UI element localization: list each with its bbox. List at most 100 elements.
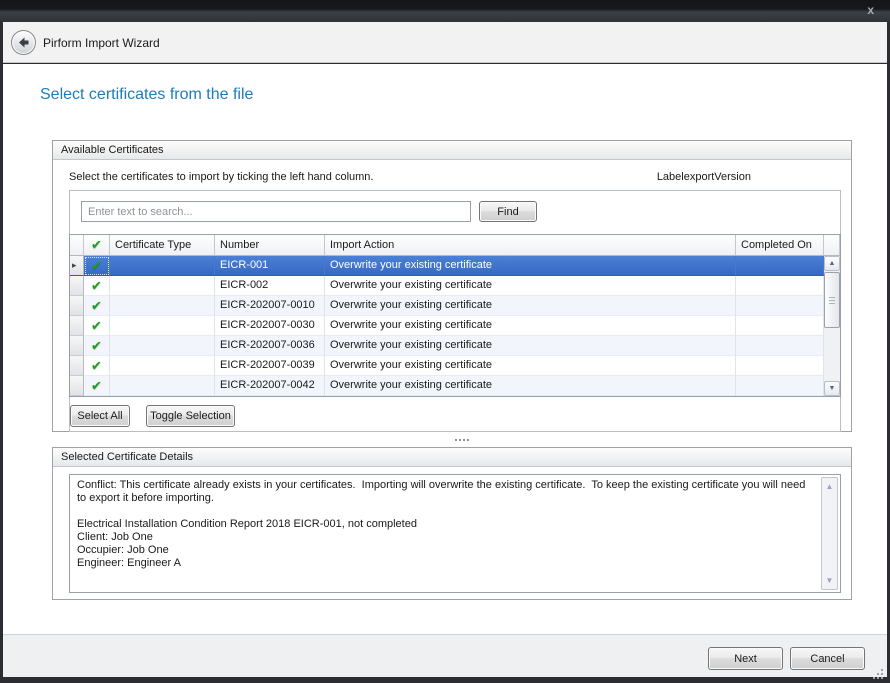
splitter-handle[interactable] [3, 434, 887, 446]
grid-body: ▸ ✔ EICR-001 Overwrite your existing cer… [70, 256, 840, 396]
details-scrollbar[interactable]: ▲ ▼ [821, 477, 838, 590]
up-arrow-icon: ▲ [825, 257, 839, 270]
grid-vertical-scrollbar[interactable]: ▲ ▼ [824, 256, 840, 396]
check-icon: ✔ [91, 358, 102, 373]
column-header-number[interactable]: Number [215, 235, 325, 256]
cell-completed-on[interactable] [736, 256, 824, 276]
page-title: Select certificates from the file [40, 86, 253, 104]
select-all-button[interactable]: Select All [70, 405, 130, 427]
cell-import-action[interactable]: Overwrite your existing certificate [325, 256, 736, 276]
group-title: Available Certificates [61, 144, 164, 156]
column-header-import-action[interactable]: Import Action [325, 235, 736, 256]
wizard-header-bar: Pirform Import Wizard [3, 22, 887, 63]
cell-completed-on[interactable] [736, 336, 824, 356]
cell-number[interactable]: EICR-202007-0042 [215, 376, 325, 396]
cell-completed-on[interactable] [736, 316, 824, 336]
check-icon: ✔ [91, 318, 102, 333]
details-textbox[interactable]: Conflict: This certificate already exist… [69, 474, 841, 593]
back-arrow-icon [17, 36, 30, 49]
cell-certificate-type[interactable] [110, 336, 215, 356]
details-text: Conflict: This certificate already exist… [70, 475, 816, 592]
table-row[interactable]: ✔ EICR-202007-0030 Overwrite your existi… [70, 316, 840, 336]
row-header-cell[interactable] [70, 336, 84, 356]
cell-import-action[interactable]: Overwrite your existing certificate [325, 376, 736, 396]
window-titlebar: x [0, 0, 890, 22]
table-row[interactable]: ✔ EICR-202007-0010 Overwrite your existi… [70, 296, 840, 316]
thumb-grip-icon [829, 297, 835, 304]
row-check-cell[interactable]: ✔ [84, 316, 110, 336]
down-arrow-icon: ▼ [825, 382, 839, 395]
cell-import-action[interactable]: Overwrite your existing certificate [325, 356, 736, 376]
cell-import-action[interactable]: Overwrite your existing certificate [325, 296, 736, 316]
group-header: Selected Certificate Details [53, 448, 851, 467]
cell-completed-on[interactable] [736, 376, 824, 396]
app-window: x Pirform Import Wizard Select certifica… [0, 0, 890, 683]
column-header-certificate-type[interactable]: Certificate Type [110, 235, 215, 256]
check-icon: ✔ [91, 278, 102, 293]
toggle-selection-button[interactable]: Toggle Selection [146, 405, 235, 427]
selected-certificate-details-group: Selected Certificate Details Conflict: T… [52, 447, 852, 600]
row-header-cell[interactable] [70, 316, 84, 336]
cell-number[interactable]: EICR-001 [215, 256, 325, 276]
scrollbar-thumb[interactable] [824, 272, 840, 328]
next-button[interactable]: Next [708, 647, 783, 670]
row-check-cell[interactable]: ✔ [84, 256, 110, 276]
table-row[interactable]: ▸ ✔ EICR-001 Overwrite your existing cer… [70, 256, 840, 276]
cell-completed-on[interactable] [736, 276, 824, 296]
cell-certificate-type[interactable] [110, 376, 215, 396]
check-icon: ✔ [91, 237, 102, 252]
cell-number[interactable]: EICR-202007-0010 [215, 296, 325, 316]
cell-number[interactable]: EICR-202007-0039 [215, 356, 325, 376]
close-icon[interactable]: x [867, 2, 874, 18]
search-input[interactable] [81, 201, 471, 222]
row-check-cell[interactable]: ✔ [84, 336, 110, 356]
row-header-cell[interactable] [70, 296, 84, 316]
instruction-text: Select the certificates to import by tic… [69, 171, 373, 183]
cell-number[interactable]: EICR-002 [215, 276, 325, 296]
resize-grip-icon[interactable] [873, 669, 875, 671]
column-header-completed-on[interactable]: Completed On [736, 235, 824, 256]
table-row[interactable]: ✔ EICR-202007-0039 Overwrite your existi… [70, 356, 840, 376]
row-header-cell[interactable] [70, 356, 84, 376]
cell-import-action[interactable]: Overwrite your existing certificate [325, 316, 736, 336]
cell-completed-on[interactable] [736, 296, 824, 316]
row-check-cell[interactable]: ✔ [84, 276, 110, 296]
cell-number[interactable]: EICR-202007-0036 [215, 336, 325, 356]
row-header-cell[interactable] [70, 376, 84, 396]
available-certificates-group: Available Certificates Select the certif… [52, 140, 852, 432]
row-check-cell[interactable]: ✔ [84, 376, 110, 396]
cell-number[interactable]: EICR-202007-0030 [215, 316, 325, 336]
cell-certificate-type[interactable] [110, 356, 215, 376]
scroll-up-icon[interactable]: ▲ [822, 482, 837, 491]
cell-certificate-type[interactable] [110, 256, 215, 276]
cell-certificate-type[interactable] [110, 316, 215, 336]
table-row[interactable]: ✔ EICR-002 Overwrite your existing certi… [70, 276, 840, 296]
row-check-cell[interactable]: ✔ [84, 296, 110, 316]
cell-certificate-type[interactable] [110, 276, 215, 296]
row-header-cell[interactable]: ▸ [70, 256, 84, 276]
row-indicator-icon: ▸ [72, 260, 77, 270]
group-title: Selected Certificate Details [61, 451, 193, 463]
certificates-panel: Find ✔ Certificate Type Number Import Ac… [69, 190, 841, 432]
cell-import-action[interactable]: Overwrite your existing certificate [325, 276, 736, 296]
find-button[interactable]: Find [479, 201, 537, 222]
cell-certificate-type[interactable] [110, 296, 215, 316]
group-header: Available Certificates [53, 141, 851, 160]
cell-import-action[interactable]: Overwrite your existing certificate [325, 336, 736, 356]
row-check-cell[interactable]: ✔ [84, 356, 110, 376]
export-version-label: LabelexportVersion [657, 171, 751, 183]
table-row[interactable]: ✔ EICR-202007-0036 Overwrite your existi… [70, 336, 840, 356]
scroll-down-button[interactable]: ▼ [824, 381, 840, 396]
back-button[interactable] [11, 30, 36, 55]
check-column-header[interactable]: ✔ [84, 235, 110, 256]
wizard-content: Select certificates from the file Availa… [3, 64, 887, 634]
cancel-button[interactable]: Cancel [790, 647, 865, 670]
check-icon: ✔ [91, 298, 102, 313]
scroll-up-button[interactable]: ▲ [824, 256, 840, 271]
table-row[interactable]: ✔ EICR-202007-0042 Overwrite your existi… [70, 376, 840, 396]
row-header-cell[interactable] [70, 276, 84, 296]
scrollbar-header-filler [824, 235, 840, 256]
cell-completed-on[interactable] [736, 356, 824, 376]
check-icon: ✔ [91, 338, 102, 353]
scroll-down-icon[interactable]: ▼ [822, 576, 837, 585]
